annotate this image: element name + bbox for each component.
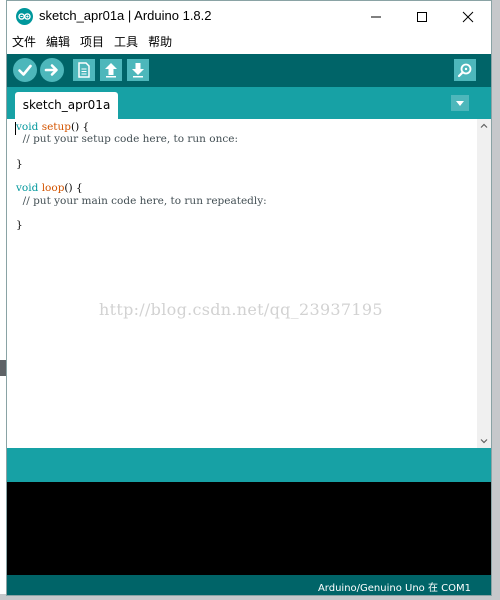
chevron-up-icon — [480, 123, 488, 128]
keyword-void: void — [16, 121, 39, 133]
vertical-scrollbar[interactable] — [477, 119, 491, 448]
minimize-button[interactable] — [353, 1, 399, 33]
menu-tools[interactable]: 工具 — [109, 33, 143, 53]
message-area — [7, 448, 491, 482]
tab-strip: sketch_apr01a — [7, 87, 491, 119]
close-icon — [462, 11, 474, 23]
arrow-up-icon — [105, 63, 117, 78]
console-output[interactable] — [7, 482, 491, 575]
menu-sketch[interactable]: 项目 — [75, 33, 109, 53]
verify-button[interactable] — [13, 58, 37, 82]
watermark-text: http://blog.csdn.net/qq_23937195 — [99, 300, 383, 319]
upload-button[interactable] — [40, 58, 64, 82]
footer-status-bar: Arduino/Genuino Uno 在 COM1 — [7, 575, 491, 595]
minimize-icon — [371, 16, 381, 18]
open-button[interactable] — [100, 59, 122, 81]
triangle-down-icon — [456, 101, 464, 106]
menu-edit[interactable]: 编辑 — [41, 33, 75, 53]
serial-monitor-button[interactable] — [454, 59, 476, 81]
save-button[interactable] — [127, 59, 149, 81]
code-line: void setup() { — [16, 121, 267, 133]
maximize-icon — [417, 12, 427, 22]
code-punct: () { — [71, 121, 90, 133]
function-setup: setup — [41, 121, 71, 133]
code-content: void setup() { // put your setup code he… — [16, 121, 267, 232]
arduino-logo-icon — [16, 8, 33, 25]
code-line: } — [16, 157, 23, 170]
code-line: void loop() { — [16, 182, 267, 194]
toolbar — [7, 54, 491, 87]
arrow-right-icon — [44, 64, 58, 76]
code-punct: () { — [64, 182, 83, 195]
maximize-button[interactable] — [399, 1, 445, 33]
close-button[interactable] — [445, 1, 491, 33]
arduino-window: sketch_apr01a | Arduino 1.8.2 文件 编辑 项目 工… — [6, 0, 492, 596]
board-port-label: Arduino/Genuino Uno 在 COM1 — [317, 583, 471, 594]
menu-file[interactable]: 文件 — [7, 33, 41, 53]
function-loop: loop — [41, 182, 65, 195]
document-icon — [78, 62, 90, 78]
keyword-void: void — [16, 182, 39, 195]
new-button[interactable] — [73, 59, 95, 81]
tab-sketch[interactable]: sketch_apr01a — [15, 92, 118, 119]
check-icon — [18, 64, 32, 76]
scroll-up-arrow[interactable] — [477, 119, 491, 133]
menu-help[interactable]: 帮助 — [143, 33, 177, 53]
chevron-down-icon — [480, 439, 488, 444]
window-title: sketch_apr01a | Arduino 1.8.2 — [39, 8, 212, 23]
code-line: } — [16, 219, 23, 232]
menu-bar: 文件 编辑 项目 工具 帮助 — [7, 33, 491, 53]
desktop-background — [492, 0, 500, 600]
tab-menu-button[interactable] — [451, 95, 469, 111]
magnifier-icon — [457, 63, 472, 78]
code-editor[interactable]: void setup() { // put your setup code he… — [7, 119, 491, 448]
code-comment: // put your main code here, to run repea… — [16, 194, 267, 207]
scroll-down-arrow[interactable] — [477, 434, 491, 448]
arrow-down-icon — [132, 63, 144, 78]
title-bar[interactable]: sketch_apr01a | Arduino 1.8.2 — [7, 1, 491, 33]
code-comment: // put your setup code here, to run once… — [16, 133, 238, 146]
